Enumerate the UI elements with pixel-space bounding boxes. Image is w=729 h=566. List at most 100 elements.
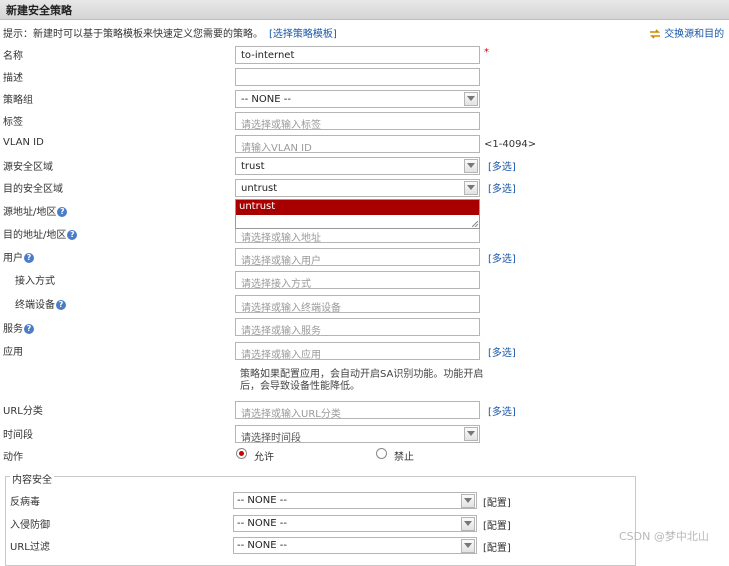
time-range-label: 时间段 bbox=[3, 430, 33, 441]
chevron-down-icon[interactable] bbox=[464, 181, 478, 195]
user-multi-link[interactable]: [多选] bbox=[488, 250, 516, 265]
application-multi-link[interactable]: [多选] bbox=[488, 344, 516, 359]
action-permit-radio[interactable] bbox=[236, 448, 247, 459]
ips-value: -- NONE -- bbox=[237, 518, 287, 529]
description-label: 描述 bbox=[3, 73, 23, 84]
dst-zone-multi-link[interactable]: [多选] bbox=[488, 180, 516, 195]
tag-placeholder: 请选择或输入标签 bbox=[241, 120, 321, 131]
policy-group-label: 策略组 bbox=[3, 95, 33, 106]
terminal-label: 终端设备? bbox=[15, 296, 66, 311]
policy-group-value: -- NONE -- bbox=[241, 94, 291, 105]
resize-handle-icon[interactable] bbox=[472, 221, 478, 227]
content-security-legend: 内容安全 bbox=[10, 471, 54, 486]
tag-input[interactable]: 请选择或输入标签 bbox=[235, 112, 480, 131]
policy-group-select[interactable]: -- NONE -- bbox=[235, 90, 480, 108]
access-method-placeholder: 请选择接入方式 bbox=[241, 279, 311, 290]
antivirus-label: 反病毒 bbox=[10, 497, 40, 508]
url-category-placeholder: 请选择或输入URL分类 bbox=[241, 409, 341, 420]
service-placeholder: 请选择或输入服务 bbox=[241, 326, 321, 337]
url-category-label: URL分类 bbox=[3, 406, 43, 417]
access-method-input[interactable]: 请选择接入方式 bbox=[235, 271, 480, 290]
vlan-label: VLAN ID bbox=[3, 137, 44, 148]
chevron-down-icon[interactable] bbox=[464, 159, 478, 173]
swap-icon bbox=[650, 29, 660, 39]
url-category-multi-link[interactable]: [多选] bbox=[488, 403, 516, 418]
antivirus-config-link[interactable]: [配置] bbox=[483, 494, 511, 509]
help-icon[interactable]: ? bbox=[56, 300, 66, 310]
ips-select[interactable]: -- NONE -- bbox=[233, 515, 477, 532]
terminal-label-text: 终端设备 bbox=[15, 300, 55, 311]
url-filter-value: -- NONE -- bbox=[237, 540, 287, 551]
ips-config-link[interactable]: [配置] bbox=[483, 517, 511, 532]
url-filter-select[interactable]: -- NONE -- bbox=[233, 537, 477, 554]
select-template-link[interactable]: [选择策略模板] bbox=[269, 25, 337, 40]
antivirus-select[interactable]: -- NONE -- bbox=[233, 492, 477, 509]
action-permit-label: 允许 bbox=[254, 452, 274, 463]
terminal-input[interactable]: 请选择或输入终端设备 bbox=[235, 295, 480, 314]
name-label: 名称 bbox=[3, 51, 23, 62]
help-icon[interactable]: ? bbox=[57, 207, 68, 217]
src-addr-label: 源地址/地区? bbox=[3, 203, 68, 218]
help-icon[interactable]: ? bbox=[24, 253, 34, 263]
window-titlebar: 新建安全策略 bbox=[0, 0, 729, 20]
dst-zone-dropdown[interactable]: untrust bbox=[235, 199, 480, 229]
chevron-down-icon[interactable] bbox=[461, 517, 475, 531]
dropdown-option-untrust[interactable]: untrust bbox=[236, 200, 479, 215]
access-method-label: 接入方式 bbox=[15, 276, 55, 287]
action-deny-label: 禁止 bbox=[394, 452, 414, 463]
application-input[interactable]: 请选择或输入应用 bbox=[235, 342, 480, 361]
watermark: CSDN @梦中北山 bbox=[619, 530, 709, 543]
service-label-text: 服务 bbox=[3, 324, 23, 335]
chevron-down-icon[interactable] bbox=[464, 427, 478, 441]
name-input[interactable]: to-internet bbox=[235, 46, 480, 64]
dst-addr-label: 目的地址/地区? bbox=[3, 226, 78, 241]
chevron-down-icon[interactable] bbox=[461, 494, 475, 508]
user-placeholder: 请选择或输入用户 bbox=[241, 256, 321, 267]
src-zone-label: 源安全区域 bbox=[3, 162, 53, 173]
application-label: 应用 bbox=[3, 347, 23, 358]
help-icon[interactable]: ? bbox=[24, 324, 34, 334]
vlan-range-hint: <1-4094> bbox=[484, 139, 537, 150]
src-zone-select[interactable]: trust bbox=[235, 157, 480, 175]
tip-text: 提示：新建时可以基于策略模板来快速定义您需要的策略。 bbox=[3, 29, 263, 40]
user-label: 用户? bbox=[3, 249, 34, 264]
chevron-down-icon[interactable] bbox=[464, 92, 478, 106]
action-label: 动作 bbox=[3, 452, 23, 463]
dst-addr-label-text: 目的地址/地区 bbox=[3, 230, 67, 241]
ips-label: 入侵防御 bbox=[10, 520, 50, 531]
src-zone-multi-link[interactable]: [多选] bbox=[488, 158, 516, 173]
antivirus-value: -- NONE -- bbox=[237, 495, 287, 506]
vlan-placeholder: 请输入VLAN ID bbox=[241, 143, 312, 154]
time-range-select[interactable]: 请选择时间段 bbox=[235, 425, 480, 444]
url-filter-label: URL过滤 bbox=[10, 542, 50, 553]
dropdown-option-label: untrust bbox=[239, 201, 276, 212]
service-label: 服务? bbox=[3, 320, 34, 335]
src-zone-value: trust bbox=[241, 161, 265, 172]
swap-link: 交换源和目的 bbox=[664, 29, 725, 40]
action-deny-radio[interactable] bbox=[376, 448, 387, 459]
application-placeholder: 请选择或输入应用 bbox=[241, 350, 321, 361]
src-addr-label-text: 源地址/地区 bbox=[3, 207, 57, 218]
application-note: 策略如果配置应用，会自动开启SA识别功能。功能开启后，会导致设备性能降低。 bbox=[240, 369, 484, 392]
time-range-placeholder: 请选择时间段 bbox=[241, 433, 301, 444]
user-label-text: 用户 bbox=[3, 253, 23, 264]
swap-src-dst[interactable]: 交换源和目的 bbox=[649, 25, 724, 40]
description-input[interactable] bbox=[235, 68, 480, 86]
terminal-placeholder: 请选择或输入终端设备 bbox=[241, 303, 341, 314]
name-value: to-internet bbox=[241, 50, 295, 61]
window-title: 新建安全策略 bbox=[6, 4, 72, 17]
tag-label: 标签 bbox=[3, 117, 23, 128]
required-mark: * bbox=[484, 47, 489, 58]
help-icon[interactable]: ? bbox=[67, 230, 78, 240]
chevron-down-icon[interactable] bbox=[461, 539, 475, 553]
url-filter-config-link[interactable]: [配置] bbox=[483, 539, 511, 554]
vlan-input[interactable]: 请输入VLAN ID bbox=[235, 135, 480, 154]
dst-zone-select[interactable]: untrust bbox=[235, 179, 480, 197]
user-input[interactable]: 请选择或输入用户 bbox=[235, 248, 480, 267]
dst-zone-label: 目的安全区域 bbox=[3, 184, 63, 195]
radio-selected-dot bbox=[239, 451, 244, 456]
url-category-input[interactable]: 请选择或输入URL分类 bbox=[235, 401, 480, 420]
dst-addr-placeholder: 请选择或输入地址 bbox=[241, 233, 321, 244]
dst-zone-value: untrust bbox=[241, 183, 278, 194]
service-input[interactable]: 请选择或输入服务 bbox=[235, 318, 480, 337]
